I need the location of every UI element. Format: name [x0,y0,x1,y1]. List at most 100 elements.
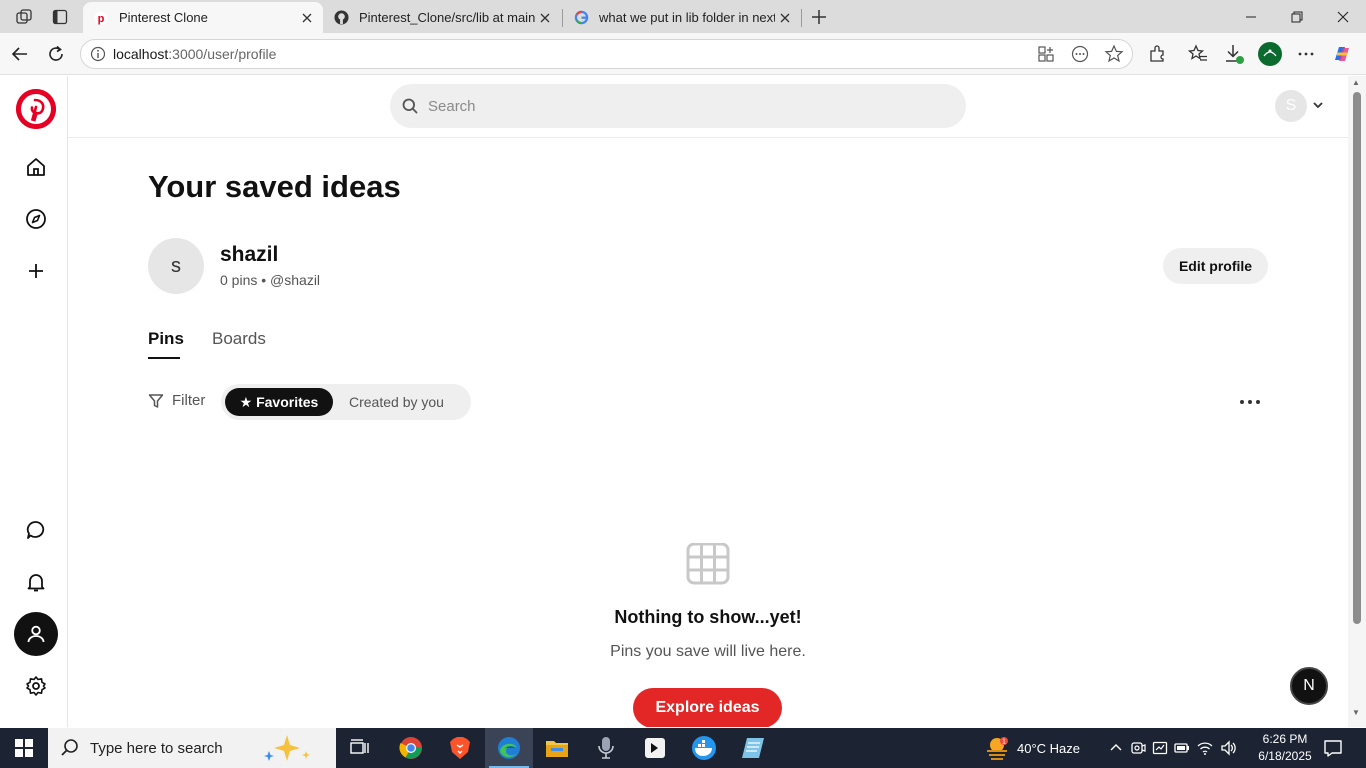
address-bar[interactable]: localhost:3000/user/profile [80,39,1133,69]
tab-github[interactable]: Pinterest_Clone/src/lib at main · M [323,2,561,33]
pinterest-logo-icon[interactable] [16,89,56,129]
weather-widget[interactable]: 1 40°C Haze [985,728,1080,768]
scrollbar-thumb[interactable] [1353,92,1361,624]
scroll-down-arrow-icon[interactable]: ▼ [1352,708,1360,717]
page-title: Your saved ideas [148,169,401,204]
profile-name: shazil [220,243,279,266]
settings-gear-icon[interactable] [14,664,58,708]
url-path: :3000/user/profile [168,46,277,62]
tab-title: Pinterest Clone [119,10,208,25]
read-aloud-icon[interactable] [1070,44,1090,69]
empty-state-subtitle: Pins you save will live here. [610,643,806,660]
app-available-icon[interactable] [1036,44,1056,69]
taskbar-search-box[interactable]: Type here to search [48,728,336,768]
minimize-icon[interactable] [1228,0,1274,33]
favorites-toggle[interactable]: ★ Favorites [225,388,333,416]
sidebar [0,76,68,727]
new-tab-icon[interactable] [808,6,830,28]
weather-text: 40°C Haze [1017,740,1081,756]
header-avatar[interactable]: S [1275,90,1307,122]
camera-icon[interactable] [1130,740,1146,756]
brave-app-icon[interactable] [436,728,484,768]
battery-icon[interactable] [1174,740,1190,756]
filter-button[interactable]: Filter [148,392,205,409]
profile-avatar: s [148,238,204,294]
weather-haze-icon: 1 [987,737,1008,760]
terminal-app-icon[interactable] [631,728,679,768]
notes-app-icon[interactable] [729,728,777,768]
close-tab-icon[interactable] [535,8,555,28]
browser-toolbar: localhost:3000/user/profile [0,33,1366,75]
site-info-icon[interactable] [83,46,113,62]
favorites-icon[interactable] [1186,42,1210,66]
close-tab-icon[interactable] [775,8,795,28]
taskbar-search-label: Type here to search [90,739,223,757]
tab-google-search[interactable]: what we put in lib folder in nextjs [563,2,801,33]
account-chevron-down-icon[interactable] [1312,98,1324,116]
google-favicon-icon [573,10,589,26]
profile-badge-icon[interactable] [1258,42,1282,66]
search-icon [402,98,418,114]
tab-pinterest-clone[interactable]: p Pinterest Clone [83,2,323,33]
github-favicon-icon [333,10,349,26]
close-tab-icon[interactable] [297,8,317,28]
edge-app-icon[interactable] [485,728,533,768]
more-options-icon[interactable] [1238,394,1262,412]
explore-compass-icon[interactable] [14,197,58,241]
taskbar-search-icon [61,739,78,756]
back-arrow-icon[interactable] [8,42,32,66]
scroll-up-arrow-icon[interactable]: ▲ [1352,78,1360,87]
docker-app-icon[interactable] [680,728,728,768]
tab-actions-icon[interactable] [49,6,71,28]
created-by-you-toggle[interactable]: Created by you [349,388,444,416]
more-menu-icon[interactable] [1294,42,1318,66]
windows-start-icon[interactable] [0,728,48,768]
tab-pins[interactable]: Pins [148,329,184,349]
search-input[interactable] [428,97,928,115]
downloads-icon[interactable] [1222,42,1246,66]
home-icon[interactable] [14,145,58,189]
create-plus-icon[interactable] [14,249,58,293]
refresh-icon[interactable] [44,42,68,66]
browser-tab-bar: p Pinterest Clone Pinterest_Clone/src/li… [0,0,1366,33]
file-explorer-icon[interactable] [533,728,581,768]
notifications-center-icon[interactable] [1310,728,1356,768]
screen-capture-icon[interactable] [1152,740,1168,756]
empty-state-title: Nothing to show...yet! [614,607,802,627]
tab-separator [801,9,802,27]
nextjs-dev-badge[interactable]: N [1290,667,1328,705]
tab-title: what we put in lib folder in nextjs [599,10,775,25]
sparkle-search-highlight-icon [263,735,310,761]
web-page: S ▲ ▼ Your saved ideas s shazil 0 pins •… [0,76,1366,727]
profile-meta: 0 pins • @shazil [220,272,321,288]
svg-text:1: 1 [1002,739,1006,746]
voice-recorder-app-icon[interactable] [582,728,630,768]
url-host: localhost [113,46,169,62]
page-scrollbar[interactable]: ▲ ▼ [1348,76,1366,727]
url-text: localhost:3000/user/profile [113,46,276,62]
copilot-icon[interactable] [1330,42,1354,66]
tab-boards[interactable]: Boards [212,329,266,349]
edit-profile-button[interactable]: Edit profile [1163,248,1268,284]
windows-taskbar: Type here to search 1 40°C Haze 6:26 PM … [0,728,1366,768]
pinterest-favicon-icon: p [93,10,109,26]
messages-icon[interactable] [14,508,58,552]
restore-icon[interactable] [1274,0,1320,33]
task-view-icon[interactable] [336,728,384,768]
volume-icon[interactable] [1220,740,1238,756]
extensions-icon[interactable] [1145,42,1169,66]
chrome-app-icon[interactable] [387,728,435,768]
workspaces-icon[interactable] [13,6,35,28]
header-bar: S [68,76,1348,138]
notifications-bell-icon[interactable] [14,560,58,604]
filter-label: Filter [172,392,206,409]
wifi-icon[interactable] [1196,740,1214,756]
active-tab-underline [148,357,180,359]
favorite-star-icon[interactable] [1104,44,1124,69]
show-hidden-icons-chevron-up-icon[interactable] [1108,740,1124,756]
empty-grid-icon [686,542,730,590]
explore-ideas-button[interactable]: Explore ideas [633,688,782,727]
close-window-icon[interactable] [1320,0,1366,33]
search-bar[interactable] [390,84,966,128]
filter-funnel-icon [148,393,164,408]
